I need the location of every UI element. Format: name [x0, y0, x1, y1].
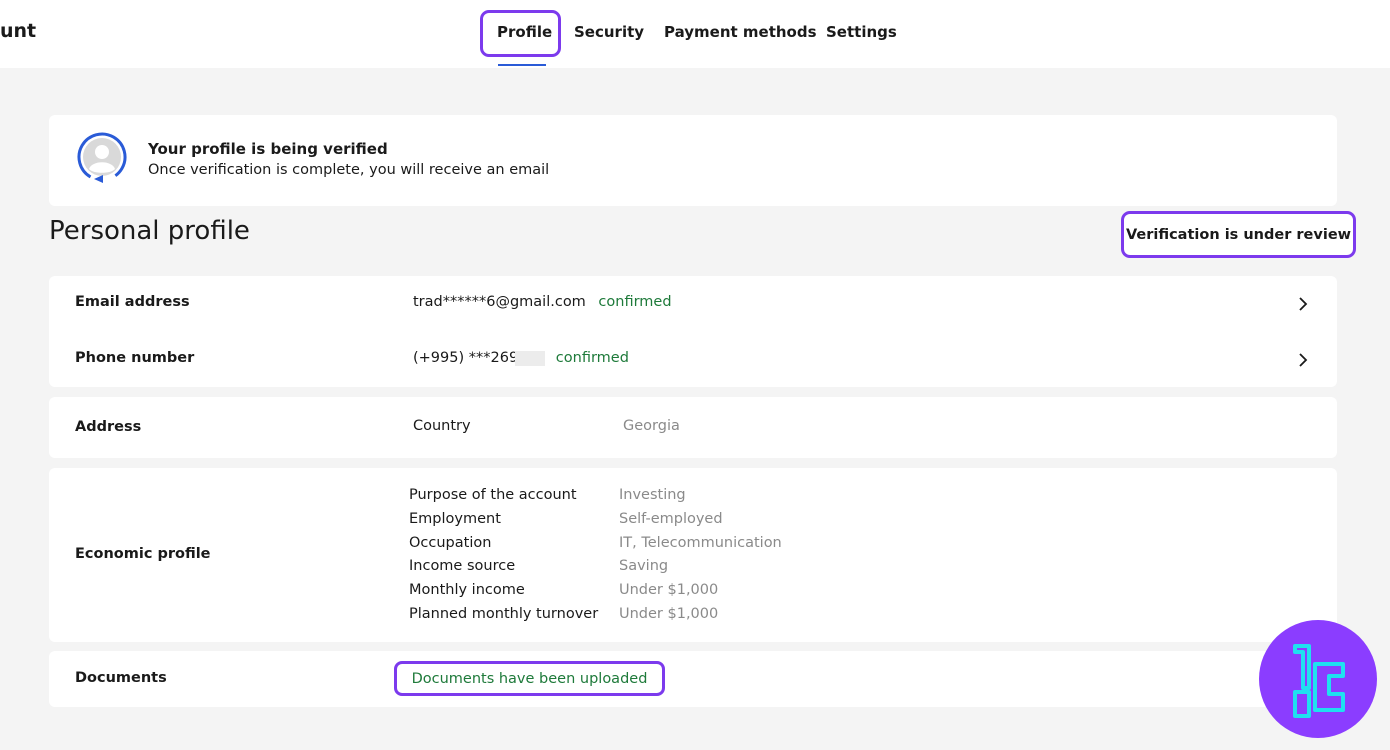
page-title: Personal profile: [49, 216, 250, 246]
active-tab-indicator: [498, 64, 546, 66]
banner-subtitle: Once verification is complete, you will …: [148, 162, 550, 178]
economic-key: Planned monthly turnover: [409, 606, 599, 622]
email-value: trad******6@gmail.com: [413, 294, 586, 310]
economic-value: Self-employed: [619, 511, 723, 527]
tab-profile[interactable]: Profile: [497, 23, 552, 41]
tab-security[interactable]: Security: [574, 23, 644, 41]
economic-value: IT, Telecommunication: [619, 535, 782, 551]
phone-value: (+995) ***269: [413, 350, 519, 366]
banner-title: Your profile is being verified: [148, 140, 388, 158]
phone-label: Phone number: [75, 350, 195, 366]
email-status: confirmed: [598, 294, 672, 310]
documents-status[interactable]: Documents have been uploaded: [394, 661, 665, 696]
economic-key: Purpose of the account: [409, 487, 577, 503]
page-heading-fragment: unt: [0, 20, 37, 42]
economic-value: Investing: [619, 487, 686, 503]
economic-key: Occupation: [409, 535, 492, 551]
user-avatar-icon: [76, 131, 128, 185]
economic-value: Under $1,000: [619, 582, 719, 598]
economic-value: Saving: [619, 558, 669, 574]
tab-payment-methods[interactable]: Payment methods: [664, 23, 817, 41]
economic-key: Income source: [409, 558, 516, 574]
email-label: Email address: [75, 294, 190, 310]
tab-settings[interactable]: Settings: [826, 23, 897, 41]
status-badge: Verification is under review: [1121, 211, 1356, 258]
redaction-block: [515, 350, 546, 366]
economic-key: Employment: [409, 511, 501, 527]
economic-value: Under $1,000: [619, 606, 719, 622]
address-value: Georgia: [623, 418, 680, 434]
chevron-right-icon[interactable]: [1296, 352, 1310, 367]
address-label: Address: [75, 419, 142, 435]
documents-label: Documents: [75, 670, 167, 686]
economic-key: Monthly income: [409, 582, 525, 598]
documents-card: Documents Documents have been uploaded: [49, 651, 1337, 707]
brand-logo-icon: [1259, 620, 1377, 738]
email-value-row: trad******6@gmail.com confirmed: [413, 294, 672, 310]
address-field: Country: [413, 418, 471, 434]
verification-banner: Your profile is being verified Once veri…: [49, 115, 1337, 206]
address-card: Address Country Georgia: [49, 397, 1337, 458]
chevron-right-icon[interactable]: [1296, 296, 1310, 311]
phone-status: confirmed: [555, 350, 629, 366]
economic-profile-card: Economic profile Purpose of the account …: [49, 468, 1337, 642]
top-bar: unt Profile Security Payment methods Set…: [0, 0, 1390, 68]
phone-value-row: (+995) ***269 confirmed: [413, 350, 629, 366]
contacts-card: Email address trad******6@gmail.com conf…: [49, 276, 1337, 387]
economic-label: Economic profile: [75, 546, 211, 562]
